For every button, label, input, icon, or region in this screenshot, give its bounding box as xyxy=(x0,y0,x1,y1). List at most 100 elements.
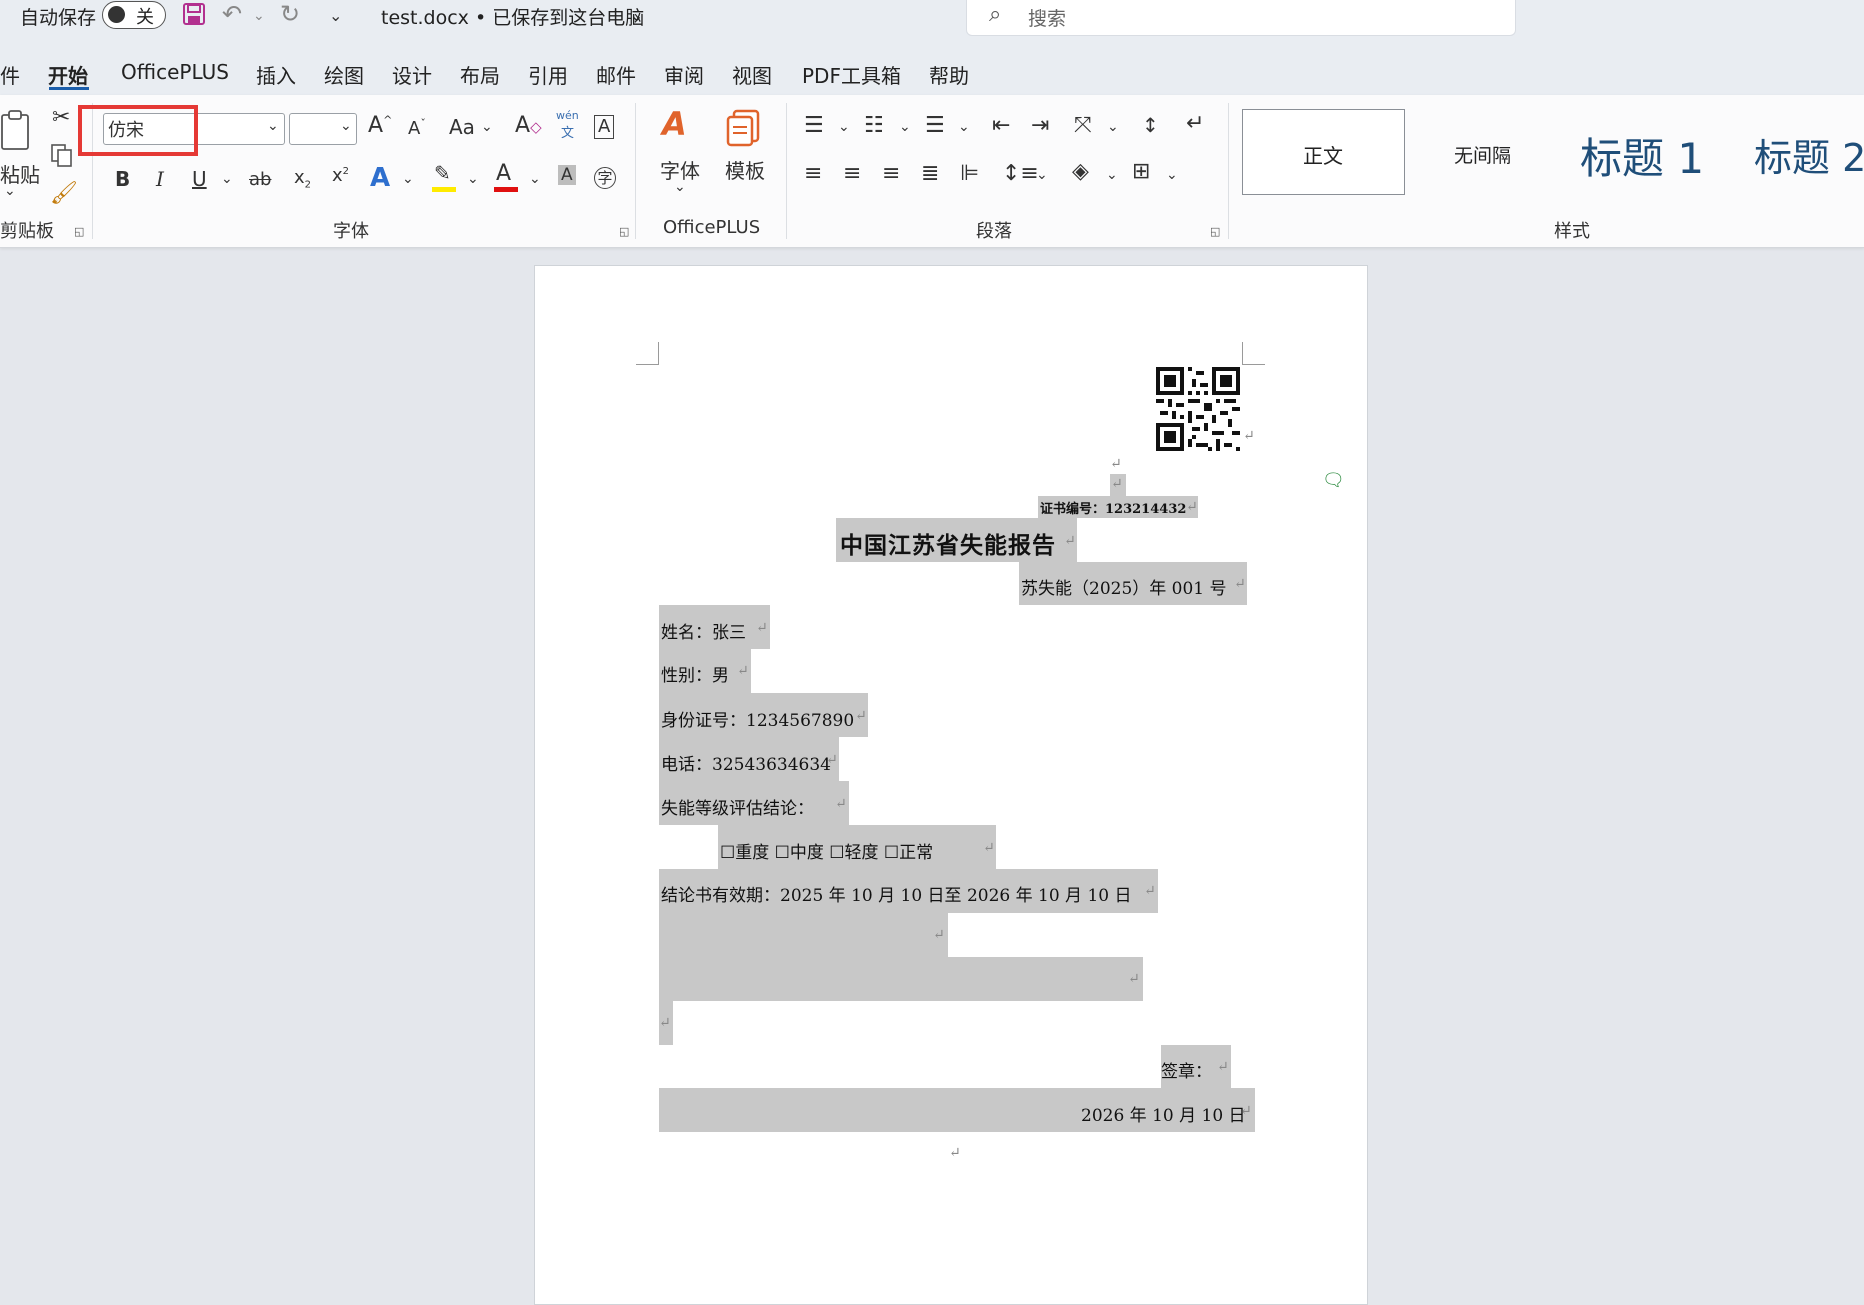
text-effects-dropdown-icon[interactable]: ⌄ xyxy=(402,171,414,187)
font-color-dropdown-icon[interactable]: ⌄ xyxy=(529,171,541,187)
numbering-dropdown-icon[interactable]: ⌄ xyxy=(899,119,911,135)
underline-icon[interactable]: U xyxy=(192,167,207,191)
font-name-dropdown-icon[interactable]: ⌄ xyxy=(267,118,279,134)
borders-icon[interactable]: ⊞ xyxy=(1132,159,1150,184)
save-icon[interactable] xyxy=(182,2,206,26)
para-mark: ↵ xyxy=(1110,456,1122,472)
font-size-dropdown-icon[interactable]: ⌄ xyxy=(340,118,352,134)
tab-help[interactable]: 帮助 xyxy=(929,60,969,89)
format-painter-icon[interactable]: 🖌 xyxy=(50,181,78,206)
justify-icon[interactable]: ≣ xyxy=(921,161,939,186)
text-direction-dropdown-icon[interactable]: ⌄ xyxy=(1107,119,1119,135)
text-direction-icon[interactable]: ⤧ xyxy=(1074,113,1092,138)
filename-chevron-icon[interactable]: ⌄ xyxy=(630,6,643,25)
comment-icon[interactable]: 🗨 xyxy=(1322,470,1345,491)
font-color-icon[interactable]: A xyxy=(496,161,511,186)
clipboard-launcher-icon[interactable]: ◱ xyxy=(74,225,84,238)
officeplus-template-icon[interactable] xyxy=(726,109,762,147)
change-case-dropdown-icon[interactable]: ⌄ xyxy=(481,119,493,135)
phonetic-guide-bottom[interactable]: 文 xyxy=(561,122,574,141)
tab-insert[interactable]: 插入 xyxy=(256,60,296,89)
paragraph-launcher-icon[interactable]: ◱ xyxy=(1210,225,1220,238)
bullets-icon[interactable]: ☰ xyxy=(804,113,824,138)
shrink-font-icon[interactable]: Aˇ xyxy=(408,117,426,139)
multilevel-list-dropdown-icon[interactable]: ⌄ xyxy=(958,119,970,135)
disability-level-options[interactable]: ☐重度 ☐中度 ☐轻度 ☐正常 xyxy=(720,838,933,863)
line-spacing-icon[interactable]: ↕≡ xyxy=(1002,161,1039,186)
enclose-characters-icon[interactable]: 字 xyxy=(594,167,616,189)
tab-pdf-tools[interactable]: PDF工具箱 xyxy=(802,60,901,89)
font-size-combobox[interactable]: ⌄ xyxy=(289,113,357,145)
undo-icon[interactable]: ↶ xyxy=(222,0,242,28)
clipboard-group-label: 剪贴板 xyxy=(0,221,54,242)
highlight-icon[interactable]: ✎ xyxy=(434,161,451,185)
underline-dropdown-icon[interactable]: ⌄ xyxy=(221,171,233,187)
paste-icon[interactable] xyxy=(0,109,36,155)
font-launcher-icon[interactable]: ◱ xyxy=(619,225,629,238)
copy-icon[interactable] xyxy=(50,143,74,167)
undo-dropdown-icon[interactable]: ⌄ xyxy=(253,8,265,24)
clear-formatting-icon[interactable]: A◇ xyxy=(515,113,542,138)
document-filename[interactable]: test.docx • 已保存到这台电脑 xyxy=(381,3,644,30)
shading-icon[interactable]: ◈ xyxy=(1072,159,1089,184)
cut-icon[interactable]: ✂ xyxy=(52,105,70,130)
sort-icon[interactable]: ↕ xyxy=(1142,113,1159,137)
style-heading-2[interactable]: 标题 2 xyxy=(1752,109,1864,195)
subscript-icon[interactable]: x2 xyxy=(294,167,311,191)
increase-indent-icon[interactable]: ⇥ xyxy=(1031,113,1049,138)
style-heading-1[interactable]: 标题 1 xyxy=(1576,109,1746,195)
autosave-state: 关 xyxy=(136,7,154,28)
autosave-toggle[interactable]: 关 xyxy=(102,1,166,29)
italic-icon[interactable]: I xyxy=(156,167,164,191)
character-border-icon[interactable]: A xyxy=(594,115,615,139)
line-spacing-dropdown-icon[interactable]: ⌄ xyxy=(1036,167,1048,183)
show-marks-icon[interactable]: ↵ xyxy=(1186,111,1204,136)
tab-draw[interactable]: 绘图 xyxy=(324,60,364,89)
customize-qat-icon[interactable]: ⌄ xyxy=(329,6,342,25)
bold-icon[interactable]: B xyxy=(115,167,130,191)
tab-view[interactable]: 视图 xyxy=(732,60,772,89)
para-mark: ↵ xyxy=(826,752,838,768)
tab-design[interactable]: 设计 xyxy=(392,60,432,89)
align-center-icon[interactable]: ≡ xyxy=(843,161,861,186)
distributed-icon[interactable]: ⊫ xyxy=(960,161,979,186)
tab-review[interactable]: 审阅 xyxy=(664,60,704,89)
qr-code-image[interactable] xyxy=(1155,367,1241,451)
officeplus-font-dropdown-icon[interactable]: ⌄ xyxy=(674,179,686,195)
tab-layout[interactable]: 布局 xyxy=(460,60,500,89)
bullets-dropdown-icon[interactable]: ⌄ xyxy=(838,119,850,135)
tab-officeplus[interactable]: OfficePLUS xyxy=(121,60,229,84)
para-mark: ↵ xyxy=(659,1015,671,1031)
tab-mailings[interactable]: 邮件 xyxy=(596,60,636,89)
tab-references[interactable]: 引用 xyxy=(528,60,568,89)
align-left-icon[interactable]: ≡ xyxy=(804,161,822,186)
officeplus-font-icon[interactable]: A xyxy=(662,105,687,143)
active-tab-indicator xyxy=(49,87,89,90)
ribbon-tabs: 件 开始 OfficePLUS 插入 绘图 设计 布局 引用 邮件 审阅 视图 … xyxy=(0,40,1864,95)
style-normal[interactable]: 正文 xyxy=(1242,109,1405,195)
shading-dropdown-icon[interactable]: ⌄ xyxy=(1106,167,1118,183)
phonetic-guide-top[interactable]: wén xyxy=(556,109,579,122)
superscript-icon[interactable]: x2 xyxy=(332,165,349,186)
tab-home[interactable]: 开始 xyxy=(48,60,88,89)
title-bar: 自动保存 关 ↶ ⌄ ↻ ⌄ test.docx • 已保存到这台电脑 ⌄ ⌕ … xyxy=(0,0,1864,40)
decrease-indent-icon[interactable]: ⇤ xyxy=(992,113,1010,138)
character-shading-icon[interactable]: A xyxy=(558,165,576,185)
grow-font-icon[interactable]: A^ xyxy=(368,113,392,138)
multilevel-list-icon[interactable]: ☰ xyxy=(925,113,945,138)
change-case-button[interactable]: Aa xyxy=(449,115,475,139)
crop-mark-top-left xyxy=(636,342,659,365)
highlight-dropdown-icon[interactable]: ⌄ xyxy=(467,171,479,187)
tab-file[interactable]: 件 xyxy=(0,60,20,89)
officeplus-template-button[interactable]: 模板 xyxy=(725,155,765,184)
strikethrough-icon[interactable]: ab xyxy=(249,169,271,190)
group-separator xyxy=(786,103,787,239)
search-box[interactable]: ⌕ 搜索 xyxy=(966,0,1516,36)
borders-dropdown-icon[interactable]: ⌄ xyxy=(1166,167,1178,183)
align-right-icon[interactable]: ≡ xyxy=(882,161,900,186)
text-effects-icon[interactable]: A xyxy=(370,163,390,193)
redo-icon[interactable]: ↻ xyxy=(280,0,300,28)
paste-dropdown-icon[interactable]: ⌄ xyxy=(4,183,16,199)
numbering-icon[interactable]: ☷ xyxy=(864,113,884,138)
style-no-spacing[interactable]: 无间隔 xyxy=(1410,109,1570,195)
